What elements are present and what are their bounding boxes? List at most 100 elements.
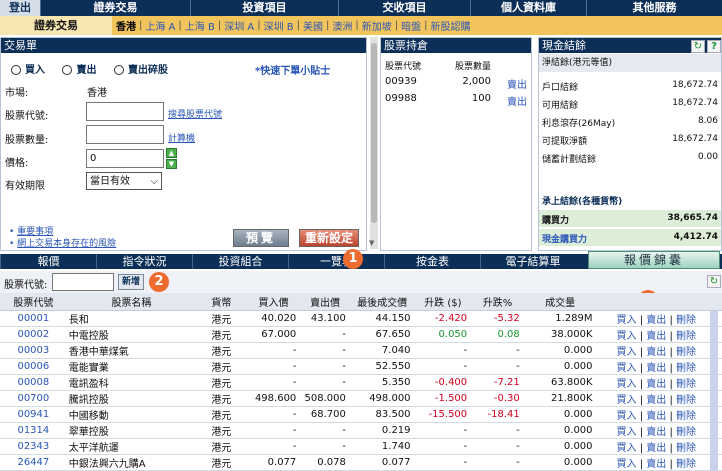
stock-code-link[interactable]: 00003 bbox=[0, 342, 67, 359]
quote-tips-button[interactable]: 報價錦囊 bbox=[588, 251, 720, 269]
action-separator: | bbox=[636, 442, 647, 454]
stock-code-link[interactable]: 00700 bbox=[0, 390, 67, 407]
delete-link[interactable]: 刪除 bbox=[676, 427, 696, 438]
add-code-button[interactable]: 新增 bbox=[118, 274, 144, 290]
stock-code-input[interactable] bbox=[86, 102, 164, 121]
sell-link[interactable]: 賣出 bbox=[646, 379, 666, 390]
sell-link[interactable]: 賣出 bbox=[646, 331, 666, 342]
sub-tab-securities[interactable]: 證券交易 bbox=[0, 16, 112, 35]
market-link-8[interactable]: 暗盤 bbox=[401, 18, 421, 33]
buy-link[interactable]: 買入 bbox=[617, 347, 637, 358]
delete-link[interactable]: 刪除 bbox=[676, 443, 696, 454]
buy-link[interactable]: 買入 bbox=[617, 411, 637, 422]
buy-radio[interactable] bbox=[11, 65, 21, 75]
nav-securities[interactable]: 證券交易 bbox=[40, 0, 190, 16]
market-link-7[interactable]: 新加坡 bbox=[362, 18, 392, 33]
table-header: 賣出價 bbox=[300, 293, 350, 311]
sell-link[interactable]: 賣出 bbox=[646, 395, 666, 406]
refresh-icon[interactable]: ↻ bbox=[707, 275, 721, 288]
holding-sell-link[interactable]: 賣出 bbox=[507, 93, 527, 108]
market-link-3[interactable]: 深圳 A bbox=[224, 18, 254, 33]
order-scrollbar-thumb[interactable] bbox=[371, 43, 377, 223]
delete-link[interactable]: 刪除 bbox=[676, 379, 696, 390]
market-link-4[interactable]: 深圳 B bbox=[264, 18, 294, 33]
cash-row-value: 18,672.74 bbox=[672, 98, 718, 108]
calculator-link-text[interactable]: 計算機 bbox=[168, 134, 195, 144]
delete-link[interactable]: 刪除 bbox=[676, 395, 696, 406]
nav-investment[interactable]: 投資項目 bbox=[190, 0, 338, 16]
stock-code-link[interactable]: 00002 bbox=[0, 326, 67, 343]
delete-link[interactable]: 刪除 bbox=[676, 411, 696, 422]
action-separator: | bbox=[666, 330, 677, 342]
order-scrollbar[interactable] bbox=[370, 37, 378, 249]
buy-link[interactable]: 買入 bbox=[617, 427, 637, 438]
price-change: - bbox=[414, 358, 472, 375]
buy-link[interactable]: 買入 bbox=[617, 395, 637, 406]
stock-code-link[interactable]: 00006 bbox=[0, 358, 67, 375]
sell-link[interactable]: 賣出 bbox=[646, 347, 666, 358]
market-link-1[interactable]: 上海 A bbox=[145, 18, 175, 33]
table-row: 00941 中國移動 港元 -68.700 83.500 -15.500 -18.41 0.0… bbox=[0, 406, 722, 423]
validity-select[interactable]: 當日有效 ⌵ bbox=[86, 172, 162, 190]
buy-link[interactable]: 買入 bbox=[617, 459, 637, 470]
refresh-icon[interactable]: ↻ bbox=[691, 40, 705, 53]
reset-button[interactable]: 重新設定 bbox=[299, 229, 359, 247]
delete-link[interactable]: 刪除 bbox=[676, 315, 696, 326]
stock-code-link[interactable]: 00001 bbox=[0, 310, 67, 327]
market-link-2[interactable]: 上海 B bbox=[185, 18, 215, 33]
sell-radio[interactable] bbox=[62, 65, 73, 75]
market-link-6[interactable]: 澳洲 bbox=[332, 18, 352, 33]
market-link-9[interactable]: 新股認購 bbox=[431, 18, 471, 33]
price-up-arrow-icon[interactable]: ▲ bbox=[166, 148, 177, 158]
risk-notice-link[interactable]: 網上交易本身存在的風險 bbox=[17, 239, 116, 249]
nav-profile[interactable]: 個人資料庫 bbox=[470, 0, 586, 16]
buy-link[interactable]: 買入 bbox=[617, 331, 637, 342]
logout-button[interactable]: 登出 bbox=[0, 0, 40, 16]
stock-code-link[interactable]: 26447 bbox=[0, 454, 67, 471]
stock-code-link[interactable]: 00008 bbox=[0, 374, 67, 391]
scroll-down-arrow-icon[interactable]: ▼ bbox=[369, 239, 374, 247]
tab-e-statement[interactable]: 電子結算單 bbox=[480, 254, 585, 269]
table-scrollbar[interactable] bbox=[710, 311, 718, 471]
tab-order-status[interactable]: 指令狀況 bbox=[96, 254, 192, 269]
buy-link[interactable]: 買入 bbox=[617, 315, 637, 326]
quantity-input[interactable] bbox=[86, 125, 164, 144]
tab-margin[interactable]: 按金表 bbox=[384, 254, 480, 269]
add-code-input[interactable] bbox=[52, 273, 114, 291]
preview-button[interactable]: 預覽 bbox=[233, 229, 289, 247]
currency: 港元 bbox=[196, 390, 247, 407]
delete-link[interactable]: 刪除 bbox=[676, 347, 696, 358]
help-icon[interactable]: ? bbox=[707, 40, 721, 53]
tab-quote[interactable]: 報價 bbox=[0, 254, 96, 269]
buy-link[interactable]: 買入 bbox=[617, 443, 637, 454]
delete-link[interactable]: 刪除 bbox=[676, 459, 696, 470]
market-separator: | bbox=[296, 20, 301, 31]
price-down-arrow-icon[interactable]: ▼ bbox=[166, 159, 177, 169]
stock-code-link[interactable]: 02343 bbox=[0, 438, 67, 455]
tab-portfolio[interactable]: 投資組合 bbox=[192, 254, 288, 269]
sell-link[interactable]: 賣出 bbox=[646, 427, 666, 438]
buy-link[interactable]: 買入 bbox=[617, 363, 637, 374]
odd-lot-radio[interactable] bbox=[113, 65, 124, 75]
search-code-link-text[interactable]: 搜尋股票代號 bbox=[168, 110, 222, 120]
delete-link[interactable]: 刪除 bbox=[676, 363, 696, 374]
holding-sell-link[interactable]: 賣出 bbox=[507, 76, 527, 91]
market-link-5[interactable]: 美國 bbox=[303, 18, 323, 33]
sell-link[interactable]: 賣出 bbox=[646, 315, 666, 326]
sell-link[interactable]: 賣出 bbox=[646, 411, 666, 422]
stock-code-link[interactable]: 00941 bbox=[0, 406, 67, 423]
market-link-0[interactable]: 香港 bbox=[116, 18, 136, 33]
nav-settlement[interactable]: 交收項目 bbox=[338, 0, 470, 16]
delete-link[interactable]: 刪除 bbox=[676, 331, 696, 342]
quick-order-tips-link[interactable]: *快速下單小貼士 bbox=[255, 62, 330, 77]
sell-link[interactable]: 賣出 bbox=[646, 363, 666, 374]
sell-link[interactable]: 賣出 bbox=[646, 459, 666, 470]
validity-select-value: 當日有效 bbox=[90, 176, 130, 187]
nav-other[interactable]: 其他服務 bbox=[586, 0, 722, 16]
price-input[interactable]: 0 bbox=[86, 149, 164, 168]
sell-link[interactable]: 賣出 bbox=[646, 443, 666, 454]
market-separator: | bbox=[178, 20, 182, 31]
tab-overview[interactable]: 一覽表 bbox=[288, 254, 384, 269]
buy-link[interactable]: 買入 bbox=[617, 379, 637, 390]
stock-code-link[interactable]: 01314 bbox=[0, 422, 67, 439]
